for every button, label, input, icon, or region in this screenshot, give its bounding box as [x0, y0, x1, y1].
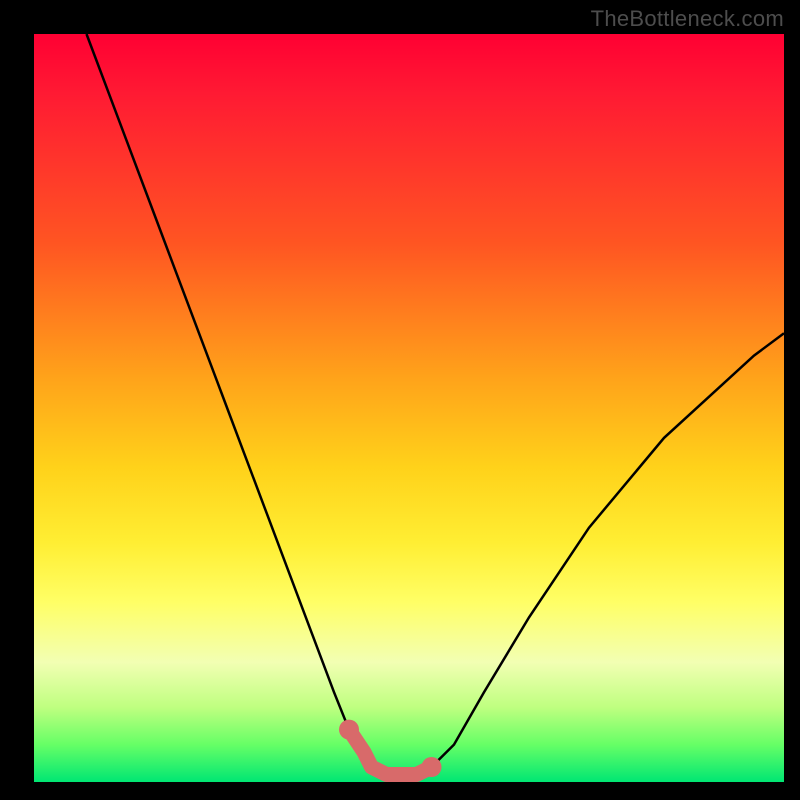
watermark-text: TheBottleneck.com	[591, 6, 784, 32]
highlight-end-dot-1	[422, 757, 442, 777]
curve-svg-layer	[34, 34, 784, 782]
curve-group	[87, 34, 785, 775]
highlight-end-dot-0	[339, 720, 359, 740]
minimum-highlight-segment	[349, 730, 432, 775]
highlight-group	[339, 720, 442, 777]
bottleneck-curve	[87, 34, 785, 775]
outer-black-frame: TheBottleneck.com	[0, 0, 800, 800]
gradient-plot-area	[34, 34, 784, 782]
